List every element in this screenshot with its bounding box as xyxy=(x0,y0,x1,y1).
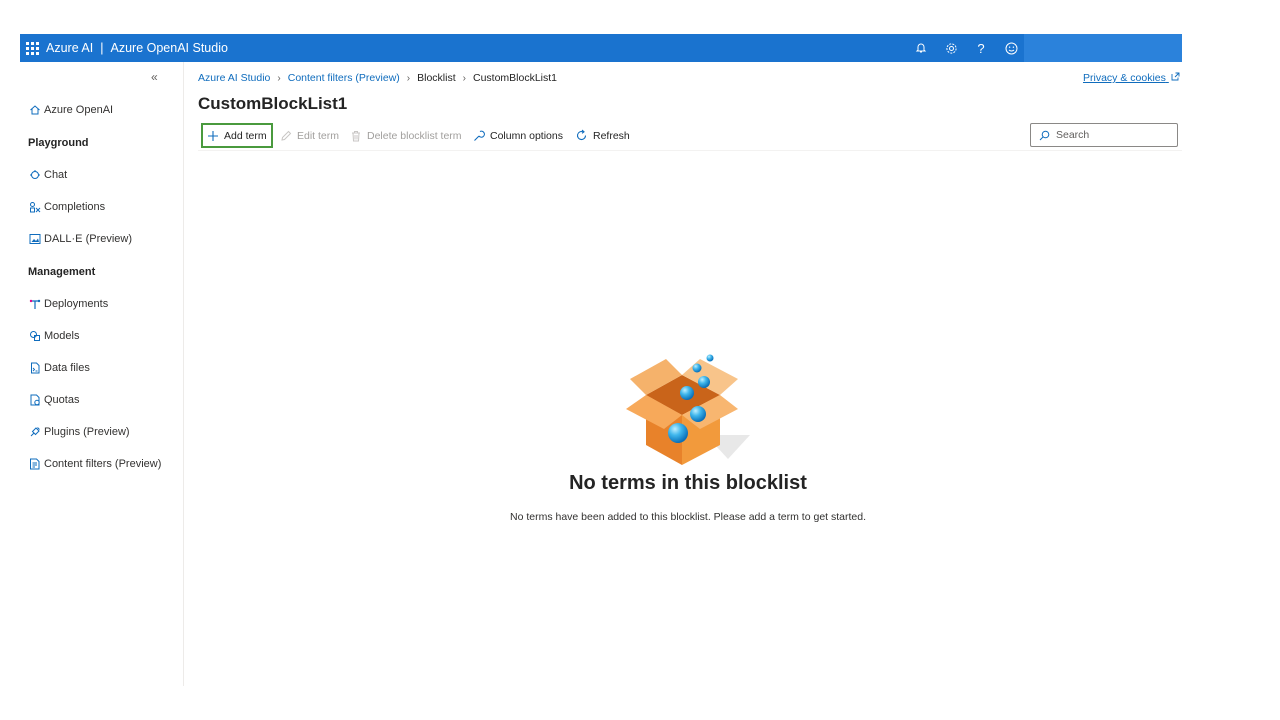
section-playground: Playground xyxy=(28,137,89,149)
smiley-icon[interactable] xyxy=(1003,40,1019,56)
bell-icon[interactable] xyxy=(913,40,929,56)
search-box[interactable] xyxy=(1030,123,1178,147)
product-name[interactable]: Azure AI xyxy=(46,41,93,55)
sidebar-item-label: Deployments xyxy=(44,298,109,310)
chat-icon xyxy=(28,169,41,182)
models-icon xyxy=(28,330,41,343)
main-content: Azure AI Studio › Content filters (Previ… xyxy=(184,62,1182,686)
quotas-icon xyxy=(28,394,41,407)
sidebar-item-deployments[interactable]: Deployments xyxy=(28,294,108,314)
completions-icon xyxy=(28,201,41,214)
refresh-icon xyxy=(575,129,588,142)
deployments-icon xyxy=(28,298,41,311)
wrench-icon xyxy=(473,130,485,142)
empty-box-illustration xyxy=(624,317,754,477)
brand: Azure AI | Azure OpenAI Studio xyxy=(46,41,228,55)
breadcrumb: Azure AI Studio › Content filters (Previ… xyxy=(198,72,557,84)
sidebar-item-label: Chat xyxy=(44,169,68,181)
pencil-icon xyxy=(280,130,292,142)
sidebar-item-chat[interactable]: Chat xyxy=(28,165,67,185)
sidebar-item-label: Plugins (Preview) xyxy=(44,426,130,438)
collapse-sidebar-button[interactable]: « xyxy=(151,70,158,84)
refresh-button[interactable]: Refresh xyxy=(575,123,630,148)
breadcrumb-ai-studio[interactable]: Azure AI Studio xyxy=(198,72,270,84)
refresh-label: Refresh xyxy=(593,129,630,142)
external-link-icon xyxy=(1171,72,1180,84)
sidebar-item-models[interactable]: Models xyxy=(28,326,79,346)
sidebar-item-label: Completions xyxy=(44,201,106,213)
chevron-right-icon: › xyxy=(406,72,411,84)
sidebar-item-label: Data files xyxy=(44,362,90,374)
privacy-link[interactable]: Privacy & cookies xyxy=(1083,72,1180,84)
add-term-button[interactable]: Add term xyxy=(201,123,273,148)
sidebar-item-home[interactable]: Azure OpenAI xyxy=(28,100,113,120)
delete-term-button[interactable]: Delete blocklist term xyxy=(350,123,462,148)
image-icon xyxy=(28,233,41,246)
delete-term-label: Delete blocklist term xyxy=(367,129,462,142)
chevron-right-icon: › xyxy=(462,72,466,84)
edit-term-label: Edit term xyxy=(297,129,340,142)
search-icon xyxy=(1039,130,1050,141)
app-name[interactable]: Azure OpenAI Studio xyxy=(111,41,228,55)
trash-icon xyxy=(350,130,362,142)
top-bar: Azure AI | Azure OpenAI Studio ? xyxy=(20,34,1182,62)
sidebar-item-label: Quotas xyxy=(44,394,80,406)
add-term-label: Add term xyxy=(224,129,267,142)
account-area[interactable] xyxy=(1024,34,1182,62)
empty-state-title: No terms in this blocklist xyxy=(569,472,807,494)
plugin-icon xyxy=(28,426,41,439)
privacy-link-label: Privacy & cookies xyxy=(1083,72,1166,84)
top-icons: ? xyxy=(913,34,1019,62)
section-management: Management xyxy=(28,266,96,278)
sidebar-item-label: Content filters (Preview) xyxy=(44,458,162,470)
sidebar-item-label: DALL·E (Preview) xyxy=(44,233,133,245)
app-launcher-icon[interactable] xyxy=(25,41,39,55)
empty-state-description: No terms have been added to this blockli… xyxy=(509,511,867,523)
sidebar-item-quotas[interactable]: Quotas xyxy=(28,390,79,410)
app-window: Azure AI | Azure OpenAI Studio ? « Azure O… xyxy=(20,34,1182,686)
plus-icon xyxy=(207,130,219,142)
sidebar-item-data-files[interactable]: Data files xyxy=(28,358,90,378)
search-input[interactable] xyxy=(1054,128,1168,142)
page-title: CustomBlockList1 xyxy=(198,94,348,113)
sidebar-item-completions[interactable]: Completions xyxy=(28,197,105,217)
help-icon[interactable]: ? xyxy=(973,40,989,56)
sidebar-item-label: Azure OpenAI xyxy=(44,104,114,116)
home-icon xyxy=(28,104,41,117)
sidebar: « Azure OpenAI Playground Chat Completio… xyxy=(20,62,184,686)
data-files-icon xyxy=(28,362,41,375)
sidebar-item-plugins[interactable]: Plugins (Preview) xyxy=(28,422,130,442)
chevron-right-icon: › xyxy=(277,72,281,84)
command-bar: Add term Edit term Delete blocklist term… xyxy=(198,123,1182,151)
edit-term-button[interactable]: Edit term xyxy=(280,123,339,148)
column-options-button[interactable]: Column options xyxy=(473,123,563,148)
column-options-label: Column options xyxy=(490,129,563,142)
breadcrumb-blocklist[interactable]: Blocklist xyxy=(417,72,456,84)
content-filter-icon xyxy=(28,458,41,471)
sidebar-item-dalle[interactable]: DALL·E (Preview) xyxy=(28,229,132,249)
gear-icon[interactable] xyxy=(943,40,959,56)
sidebar-item-content-filters[interactable]: Content filters (Preview) xyxy=(28,454,161,474)
breadcrumb-content-filters[interactable]: Content filters (Preview) xyxy=(288,72,400,84)
breadcrumb-current: CustomBlockList1 xyxy=(472,72,558,84)
sidebar-item-label: Models xyxy=(44,330,80,342)
